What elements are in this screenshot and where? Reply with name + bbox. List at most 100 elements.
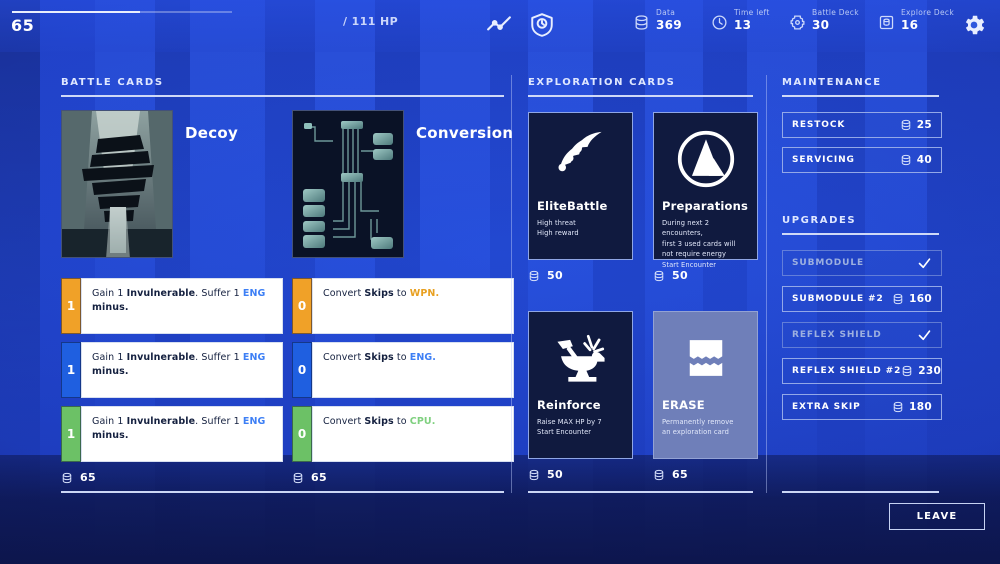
stat-data-value: 369 [656,19,682,32]
data-icon [633,14,650,31]
row-label: RESTOCK [792,120,900,130]
ability-cost-value: 1 [67,363,75,377]
ability-mid: to [394,352,410,363]
row-cost: 160 [892,293,932,305]
ability-text: Convert Skips to CPU. [312,406,514,462]
ability-text: Convert Skips to WPN. [312,278,514,334]
ability-bold: Invulnerable [127,416,196,427]
row-cost-value: 25 [917,119,932,131]
exploration-card-name: Reinforce [537,398,624,412]
ability-pre: Gain 1 [92,416,127,427]
exploration-card-price: 50 [528,468,633,481]
exploration-card-name: ERASE [662,398,749,412]
upgrade-row-submodule-2[interactable]: SUBMODULE #2 160 [782,286,942,312]
ability-mid: . Suffer 1 [195,352,243,363]
ability-cost-badge: 1 [61,406,81,462]
exploration-card-price: 50 [653,269,758,282]
circuit-board-art [292,110,404,258]
maintenance-rule [782,95,939,97]
stat-battle-deck-value: 30 [812,19,859,32]
price-value: 65 [311,471,327,484]
exploration-card-price: 50 [528,269,633,282]
exploration-card-desc: High threat High reward [537,218,624,239]
battle-card-decoy[interactable]: Decoy 1 Gain 1 Invulnerable. Suffer 1 EN… [61,110,283,258]
ability-pre: Convert [323,416,364,427]
ability-post: minus. [92,430,129,441]
ability-text: Gain 1 Invulnerable. Suffer 1 ENG minus. [81,342,283,398]
settings-gear-icon[interactable] [961,12,987,38]
upgrade-row-extra-skip[interactable]: EXTRA SKIP 180 [782,394,942,420]
maintenance-row-restock[interactable]: RESTOCK 25 [782,112,942,138]
data-icon [900,154,912,166]
ability-row[interactable]: 0 Convert Skips to WPN. [292,278,514,334]
ability-post: . [432,352,436,363]
exploration-card-name: Preparations [662,199,749,213]
ability-pre: Convert [323,288,364,299]
maintenance-row-servicing[interactable]: SERVICING 40 [782,147,942,173]
row-cost: 230 [901,365,941,377]
ability-row[interactable]: 1 Gain 1 Invulnerable. Suffer 1 ENG minu… [61,406,283,462]
shield-clock-icon[interactable] [529,12,555,38]
ability-row[interactable]: 0 Convert Skips to CPU. [292,406,514,462]
divider-exploration-maintenance [766,75,767,493]
battle-section-bottom-rule [61,491,504,493]
exploration-card-face: EliteBattle High threat High reward [528,112,633,260]
exploration-card-elitebattle[interactable]: EliteBattle High threat High reward 50 [528,112,633,282]
exploration-card-reinforce[interactable]: Reinforce Raise MAX HP by 7 Start Encoun… [528,311,633,481]
ability-row[interactable]: 1 Gain 1 Invulnerable. Suffer 1 ENG minu… [61,278,283,334]
data-icon [900,119,912,131]
row-cost-value: 180 [909,401,932,413]
ability-post: . [435,288,439,299]
maintenance-header: MAINTENANCE [782,77,882,88]
ability-keyword: WPN [410,288,436,299]
mountain-icon [662,123,749,195]
claw-marks-icon [537,123,624,195]
stat-data: Data 369 [633,9,682,31]
hp-bar-fill [12,11,140,13]
exploration-card-price: 65 [653,468,758,481]
stat-data-label: Data [656,9,682,17]
row-label: REFLEX SHIELD #2 [792,366,901,376]
ability-mid: . Suffer 1 [195,416,243,427]
background-stripe [927,0,1000,564]
battle-card-decoy-price: 65 [61,471,283,484]
ability-post: minus. [92,302,129,313]
row-label: EXTRA SKIP [792,402,892,412]
ability-row[interactable]: 0 Convert Skips to ENG. [292,342,514,398]
explore-deck-icon [878,14,895,31]
ability-keyword: ENG [410,352,433,363]
ability-keyword: ENG [243,288,266,299]
battle-cards-rule [61,95,504,97]
data-icon [892,293,904,305]
ability-text: Gain 1 Invulnerable. Suffer 1 ENG minus. [81,278,283,334]
data-icon [528,469,540,481]
price-value: 65 [672,468,688,481]
exploration-card-erase[interactable]: ERASE Permanently remove an exploration … [653,311,758,481]
exploration-card-desc: During next 2 encounters, first 3 used c… [662,218,749,270]
exploration-card-preparations[interactable]: Preparations During next 2 encounters, f… [653,112,758,282]
battle-card-conversion-price: 65 [292,471,514,484]
upgrades-rule [782,233,939,235]
stat-time-left: Time left 13 [711,9,770,31]
battle-card-conversion[interactable]: Conversion 0 Convert Skips to WPN. 0 Con… [292,110,514,258]
data-icon [528,270,540,282]
leave-button[interactable]: LEAVE [889,503,985,530]
ability-mid: to [394,288,410,299]
exploration-section-bottom-rule [528,491,753,493]
ability-pre: Gain 1 [92,288,127,299]
stats-graph-icon[interactable] [486,12,512,38]
background-stripe [0,0,40,564]
exploration-card-name: EliteBattle [537,199,624,213]
ability-mid: to [394,416,410,427]
decoy-ability-list: 1 Gain 1 Invulnerable. Suffer 1 ENG minu… [61,270,283,484]
ability-row[interactable]: 1 Gain 1 Invulnerable. Suffer 1 ENG minu… [61,342,283,398]
conversion-ability-list: 0 Convert Skips to WPN. 0 Convert Skips … [292,270,514,484]
price-value: 50 [547,468,563,481]
ability-cost-value: 1 [67,427,75,441]
ability-cost-value: 1 [67,299,75,313]
right-section-bottom-rule [782,491,939,493]
upgrade-row-reflex-shield-2[interactable]: REFLEX SHIELD #2 230 [782,358,942,384]
ability-text: Gain 1 Invulnerable. Suffer 1 ENG minus. [81,406,283,462]
ability-bold: Skips [364,352,393,363]
exploration-card-desc: Permanently remove an exploration card [662,417,749,438]
